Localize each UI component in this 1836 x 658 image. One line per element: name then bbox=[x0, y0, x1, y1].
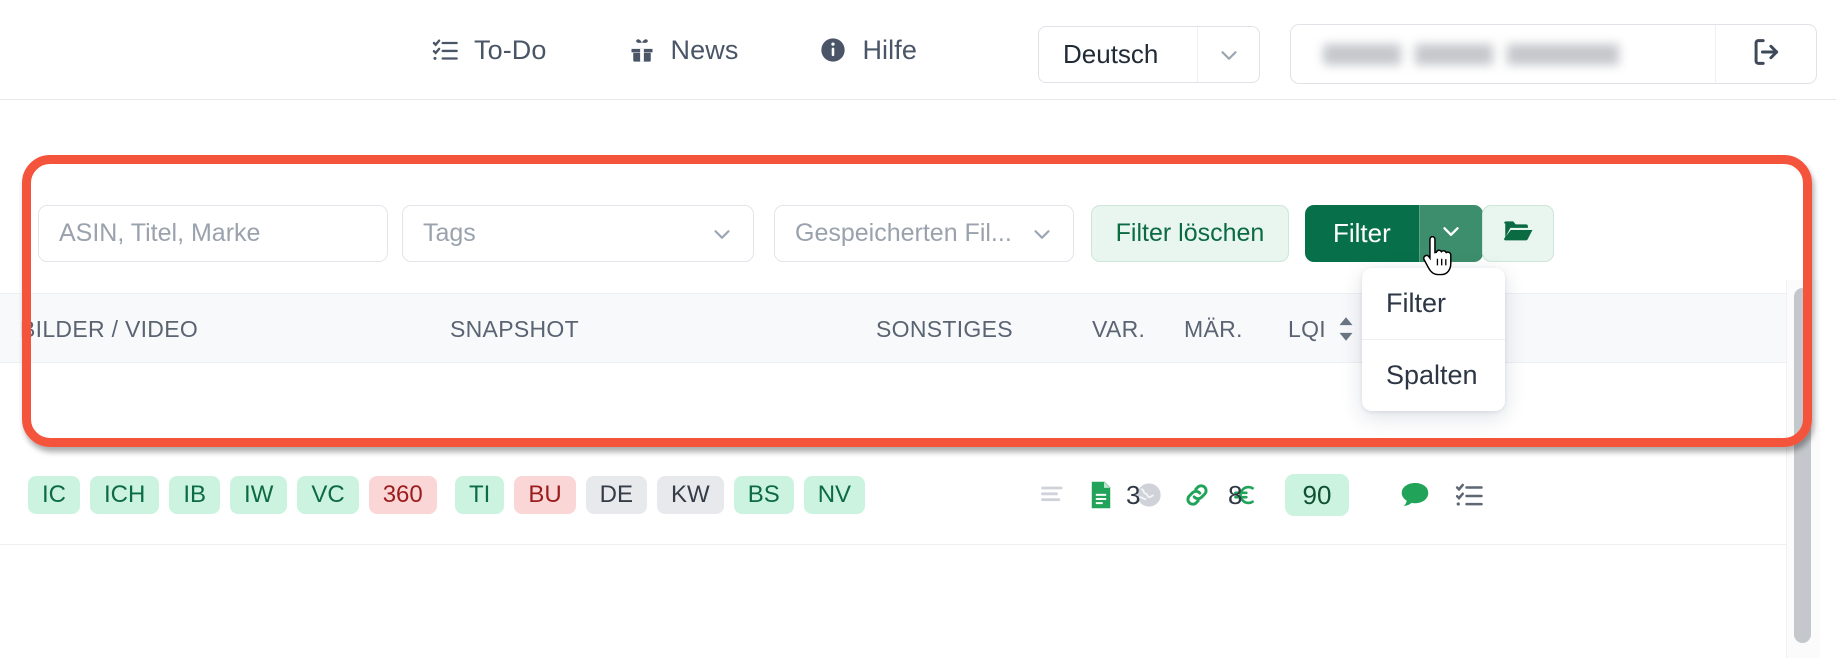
sort-arrows-icon bbox=[1336, 316, 1356, 342]
logout-button[interactable] bbox=[1716, 25, 1816, 83]
column-header-sonstiges[interactable]: SONSTIGES bbox=[876, 294, 1013, 364]
nav-item-todo[interactable]: To-Do bbox=[390, 0, 587, 100]
row-action-group bbox=[1400, 479, 1484, 511]
dropdown-item-spalten[interactable]: Spalten bbox=[1362, 339, 1505, 410]
cell-row-actions bbox=[1400, 445, 1484, 545]
cell-bilder-video: IC ICH IB IW VC 360 bbox=[28, 445, 447, 545]
mouse-cursor-pointer bbox=[1419, 235, 1455, 285]
tags-select-value: Tags bbox=[423, 219, 476, 247]
search-input[interactable] bbox=[38, 205, 388, 262]
badge-ich[interactable]: ICH bbox=[90, 476, 160, 514]
user-account-box bbox=[1290, 24, 1817, 84]
column-header-bilder-video[interactable]: BILDER / VIDEO bbox=[20, 294, 198, 364]
tags-select[interactable]: Tags bbox=[402, 205, 754, 262]
checklist-icon[interactable] bbox=[1454, 479, 1484, 511]
badge-de[interactable]: DE bbox=[585, 476, 648, 514]
cell-var: 3 bbox=[1126, 479, 1141, 510]
checklist-icon bbox=[430, 35, 460, 65]
chevron-down-icon bbox=[1011, 206, 1073, 261]
nav-item-news[interactable]: News bbox=[587, 0, 779, 100]
language-select-value: Deutsch bbox=[1063, 39, 1159, 69]
nav-item-news-label: News bbox=[670, 34, 739, 65]
badge-iw[interactable]: IW bbox=[230, 476, 288, 514]
chevron-down-icon bbox=[1197, 27, 1259, 82]
link-icon[interactable] bbox=[1182, 479, 1212, 511]
column-header-maer[interactable]: MÄR. bbox=[1184, 294, 1243, 364]
filter-panel: Tags Gespeicherten Fil... Filter löschen bbox=[0, 160, 1790, 445]
document-icon[interactable] bbox=[1086, 479, 1116, 511]
cell-lqi: 90 bbox=[1285, 445, 1349, 545]
saved-filters-folder-button[interactable] bbox=[1482, 205, 1554, 262]
cell-maer: 8 bbox=[1228, 479, 1243, 510]
badge-bu[interactable]: BU bbox=[514, 476, 576, 514]
app-root: To-Do News Hilfe Deutsch ASIN, Titel, Ma… bbox=[0, 0, 1836, 658]
vertical-scrollbar-thumb[interactable] bbox=[1794, 288, 1811, 643]
filter-button-group: Filter bbox=[1305, 205, 1483, 262]
badge-ti[interactable]: TI bbox=[455, 476, 505, 514]
badge-vc[interactable]: VC bbox=[297, 476, 359, 514]
nav-item-todo-label: To-Do bbox=[474, 34, 547, 65]
lqi-badge: 90 bbox=[1285, 474, 1349, 516]
table-empty-area bbox=[0, 363, 1790, 445]
clear-filter-button[interactable]: Filter löschen bbox=[1091, 205, 1289, 262]
badge-360[interactable]: 360 bbox=[368, 476, 437, 514]
comment-icon[interactable] bbox=[1400, 479, 1430, 511]
align-left-icon[interactable] bbox=[1038, 479, 1068, 511]
top-navigation-bar: To-Do News Hilfe Deutsch bbox=[0, 0, 1836, 100]
filter-dropdown-menu: Filter Spalten bbox=[1362, 268, 1505, 411]
badge-kw[interactable]: KW bbox=[657, 476, 724, 514]
column-header-snapshot[interactable]: SNAPSHOT bbox=[450, 294, 579, 364]
chevron-down-icon bbox=[691, 206, 753, 261]
column-header-lqi-label: LQI bbox=[1288, 315, 1326, 342]
user-email-field[interactable] bbox=[1291, 25, 1716, 83]
logout-icon bbox=[1749, 35, 1783, 74]
filter-toolbar: Tags Gespeicherten Fil... Filter löschen bbox=[0, 160, 1790, 293]
table-header-row: BILDER / VIDEO SNAPSHOT SONSTIGES VAR. M… bbox=[0, 293, 1790, 363]
sonstiges-icon-group bbox=[1038, 479, 1260, 511]
saved-filter-select[interactable]: Gespeicherten Fil... bbox=[774, 205, 1074, 262]
cell-snapshot: TI BU DE KW BS NV bbox=[455, 445, 875, 545]
nav-item-hilfe[interactable]: Hilfe bbox=[778, 0, 957, 100]
nav-item-hilfe-label: Hilfe bbox=[862, 34, 917, 65]
saved-filter-select-value: Gespeicherten Fil... bbox=[795, 219, 1011, 247]
badge-nv[interactable]: NV bbox=[803, 476, 866, 514]
badge-ib[interactable]: IB bbox=[169, 476, 221, 514]
language-select[interactable]: Deutsch bbox=[1038, 26, 1260, 83]
filter-button[interactable]: Filter bbox=[1305, 205, 1419, 262]
badge-ic[interactable]: IC bbox=[28, 476, 80, 514]
cell-sonstiges bbox=[1038, 445, 1260, 545]
info-icon bbox=[818, 35, 848, 65]
user-email-redacted bbox=[1323, 43, 1653, 65]
top-nav-items: To-Do News Hilfe bbox=[390, 0, 957, 100]
folder-open-icon bbox=[1501, 214, 1535, 253]
gift-icon bbox=[627, 35, 657, 65]
table-row[interactable]: IC ICH IB IW VC 360 TI BU DE KW BS NV 3 … bbox=[0, 445, 1790, 545]
column-header-lqi[interactable]: LQI bbox=[1288, 294, 1356, 364]
column-header-var[interactable]: VAR. bbox=[1092, 294, 1145, 364]
badge-bs[interactable]: BS bbox=[733, 476, 794, 514]
